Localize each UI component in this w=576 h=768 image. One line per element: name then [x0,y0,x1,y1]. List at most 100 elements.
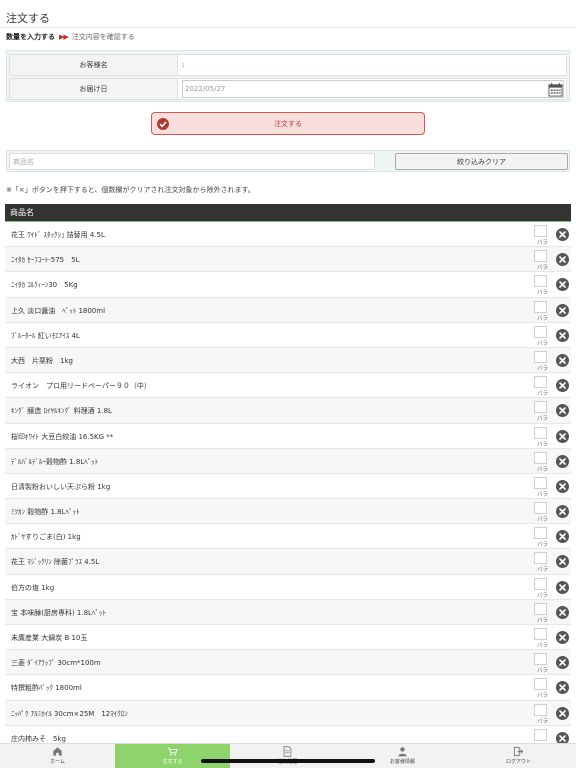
product-name: ﾆｯﾊﾟｸ ｱﾙﾐﾎｲﾙ 30cm×25M 12ﾏｲｸﾛﾝ [11,709,128,718]
quantity-input[interactable] [534,401,547,414]
quantity-input[interactable] [534,300,547,313]
unit-label: バラ [537,668,549,675]
remove-icon[interactable] [556,228,569,241]
quantity-input[interactable] [534,552,547,565]
filter-bar: 商品名 絞り込みクリア [6,150,570,172]
product-row: ﾐﾂｶﾝ 穀物酢 1.8Lﾍﾟｯﾄ バラ [5,499,571,525]
product-row: 日清製粉おいしい天ぷら粉 1kg バラ [5,473,571,500]
product-name: 大西 片栗粉 1kg [11,356,73,365]
remove-icon[interactable] [556,580,569,594]
product-row: ﾌﾞﾙｰﾀｰﾙ 紅いﾓｴｱｲｽ 4L バラ [5,322,571,348]
product-name: ﾐﾂｶﾝ 穀物酢 1.8Lﾍﾟｯﾄ [11,508,80,517]
product-row: ライオン プロ用リードペーパー９０（中） バラ [5,373,571,399]
remove-icon[interactable] [556,454,569,468]
product-name: 花王 ﾜｲﾄﾞ ｽﾀｯｸｼｭ 詰替用 4.5L [11,231,105,239]
product-name: 日清製粉おいしい天ぷら粉 1kg [11,482,111,491]
remove-icon[interactable] [556,681,569,695]
quantity-input[interactable] [534,426,547,439]
quantity-input[interactable] [534,502,547,515]
remove-icon[interactable] [556,706,569,720]
remove-icon[interactable] [556,278,569,292]
calendar-icon[interactable] [548,82,563,97]
home-indicator [201,759,375,763]
product-row: 特撰粗酢ﾊﾟｯｸ 1800ml バラ [5,675,571,701]
tab-label: ログアウト [505,759,531,765]
customer-value: : [178,54,567,76]
title-divider [0,27,576,28]
unit-label: バラ [537,592,549,599]
remove-icon[interactable] [556,530,569,544]
remove-icon[interactable] [556,656,569,670]
quantity-input[interactable] [534,628,547,640]
remove-icon[interactable] [556,353,569,367]
quantity-input[interactable] [534,703,547,716]
remove-icon[interactable] [556,505,569,519]
home-icon [53,747,62,756]
quantity-input[interactable] [534,476,547,489]
remove-icon[interactable] [556,303,569,317]
unit-label: バラ [537,643,549,649]
product-row: ﾆｲﾀｶ ｾｰﾌｺｰﾄ-575 5L バラ [5,247,571,273]
delivery-value-cell: 2022/05/27 [178,78,567,100]
remove-icon[interactable] [556,328,569,342]
remove-icon[interactable] [556,555,569,569]
unit-label: バラ [537,265,549,272]
unit-label: バラ [537,466,549,473]
quantity-input[interactable] [534,602,547,615]
quantity-input[interactable] [534,275,547,288]
quantity-input[interactable] [534,325,547,338]
remove-icon[interactable] [556,253,569,267]
product-row: 伯方の塩 1kg バラ [5,574,571,600]
tab-document[interactable]: 注文履歴 [230,744,345,768]
remove-icon[interactable] [556,605,569,619]
unit-label: バラ [537,693,549,700]
product-name: ﾆｲﾀｶ ｾｰﾌｺｰﾄ-575 5L [11,256,80,265]
quantity-input[interactable] [534,350,547,363]
removal-notice: ※「×」ボタンを押下すると、個数欄がクリアされ注文対象から除外されます。 [6,186,255,194]
product-filter-input[interactable]: 商品名 [9,153,375,170]
tab-logout[interactable]: ログアウト [461,744,576,768]
product-row: 未廣産業 大鍋炭 B 10玉バラ [5,625,571,651]
step-indicator: 数量を入力する ▶▶ 注文内容を確認する [6,32,135,42]
person-icon [398,747,407,757]
product-name: ライオン プロ用リードペーパー９０（中） [11,382,151,391]
unit-label: バラ [537,340,549,347]
tab-home[interactable]: ホーム [0,744,115,768]
quantity-input[interactable] [534,451,547,464]
tab-label: 注文する [162,759,183,765]
quantity-input[interactable] [534,653,547,666]
delivery-label: お届け日 [9,78,178,100]
filter-clear-button[interactable]: 絞り込みクリア [395,153,568,170]
logout-icon [513,746,524,757]
order-button-label: 注文する [274,119,302,128]
unit-label: バラ [537,240,549,246]
product-name: 伯方の塩 1kg [11,583,55,592]
product-row: 上久 淡口醤油 ﾍﾟｯﾄ 1800ml バラ [5,297,571,323]
quantity-input[interactable] [534,678,547,691]
quantity-input[interactable] [534,728,547,741]
unit-label: バラ [537,315,549,322]
product-name: 未廣産業 大鍋炭 B 10玉 [11,634,88,642]
remove-icon[interactable] [556,404,569,418]
remove-icon[interactable] [556,429,569,443]
bottom-tab-bar: ホーム 注文する 注文履歴お客様情報 ログアウト [0,743,576,768]
product-row: 花王 ﾏｼﾞｯｸﾘﾝ 除菌ﾌﾟﾗｽ 4.5L バラ [5,549,571,575]
quantity-input[interactable] [534,376,547,389]
product-row: 大西 片栗粉 1kg バラ [5,347,571,374]
remove-icon[interactable] [556,479,569,493]
remove-icon[interactable] [556,379,569,393]
delivery-date-input[interactable]: 2022/05/27 [182,80,564,98]
quantity-input[interactable] [534,250,547,263]
quantity-input[interactable] [534,577,547,590]
order-button[interactable]: 注文する [151,112,425,135]
page-title: 注文する [6,12,50,25]
tab-cart[interactable]: 注文する [115,744,230,768]
delivery-row: お届け日 2022/05/27 [9,78,567,100]
product-name: 特撰粗酢ﾊﾟｯｸ 1800ml [11,684,82,693]
order-info-panel: お客様名 : お届け日 2022/05/27 [6,50,570,102]
quantity-input[interactable] [534,527,547,540]
tab-person[interactable]: お客様情報 [345,744,460,768]
unit-label: バラ [537,542,549,549]
quantity-input[interactable] [534,225,547,237]
remove-icon[interactable] [556,631,569,644]
